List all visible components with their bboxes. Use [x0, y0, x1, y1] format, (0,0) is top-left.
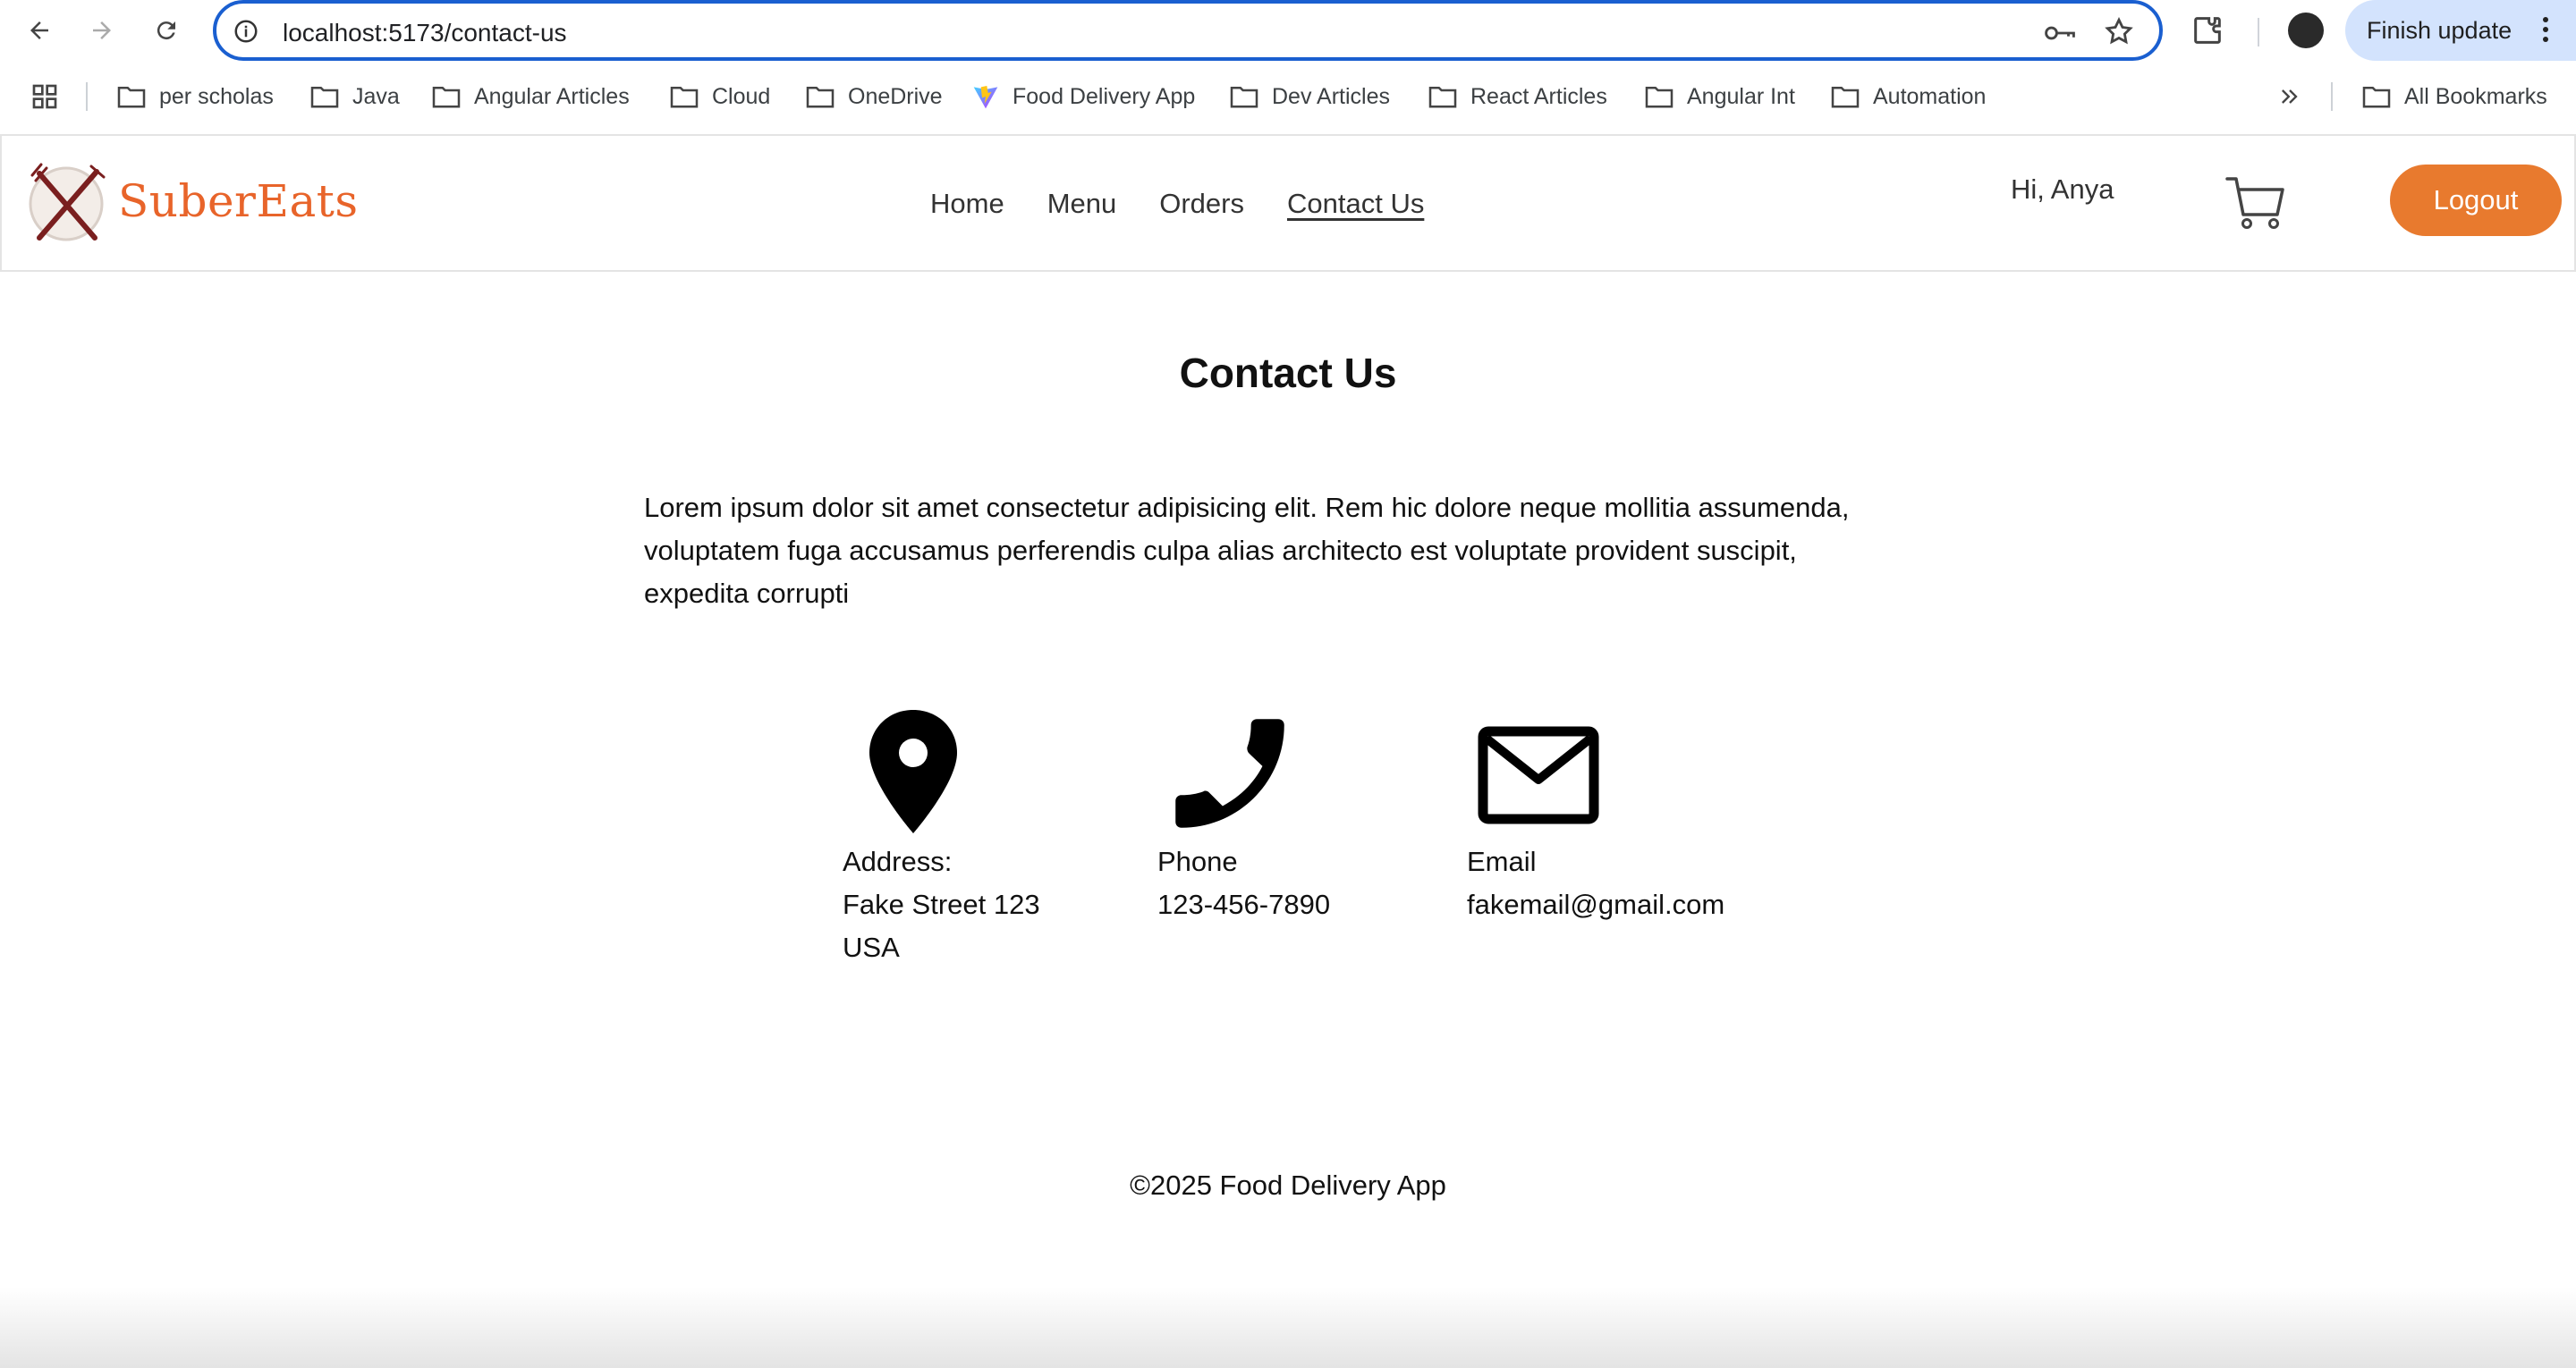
intro-paragraph: Lorem ipsum dolor sit amet consectetur a… — [644, 486, 1932, 615]
arrow-right-icon — [93, 21, 111, 39]
phone-icon — [1175, 719, 1284, 828]
toolbar-divider — [2258, 18, 2259, 46]
vite-icon — [973, 86, 998, 109]
bookmark-automation[interactable]: Automation — [1830, 80, 1986, 113]
bookmark-angular-articles[interactable]: Angular Articles — [431, 80, 630, 113]
bookmarks-divider — [86, 82, 88, 111]
bottom-shadow — [0, 1288, 2576, 1368]
extensions-icon[interactable] — [2190, 13, 2225, 53]
nav-menu[interactable]: Menu — [1047, 188, 1117, 220]
contact-address: Address: Fake Street 123 USA — [843, 697, 1040, 969]
contact-value: USA — [843, 932, 900, 963]
bookmark-cloud[interactable]: Cloud — [669, 80, 770, 113]
bookmark-dev-articles[interactable]: Dev Articles — [1229, 80, 1390, 113]
bookmark-label: Angular Int — [1687, 83, 1795, 109]
folder-icon — [1428, 86, 1457, 108]
bookmarks-bar: per scholas Java Angular Articles Cloud … — [0, 68, 2576, 125]
back-button[interactable] — [20, 11, 59, 50]
url-text[interactable]: localhost:5173/contact-us — [283, 19, 567, 47]
bookmark-label: OneDrive — [848, 83, 943, 109]
bookmark-label: Java — [352, 83, 400, 109]
bookmark-label: Dev Articles — [1272, 83, 1390, 109]
apps-grid-icon[interactable] — [30, 82, 59, 115]
bookmark-label: per scholas — [159, 83, 274, 109]
reload-button[interactable] — [147, 11, 186, 50]
more-vertical-icon — [2542, 16, 2549, 49]
info-icon[interactable] — [233, 18, 259, 49]
bookmark-star-icon[interactable] — [2104, 16, 2134, 51]
forward-button[interactable] — [82, 11, 122, 50]
contact-label: Address: — [843, 846, 953, 877]
bookmark-label: React Articles — [1470, 83, 1607, 109]
nav-home[interactable]: Home — [930, 188, 1004, 220]
folder-icon — [1831, 86, 1860, 108]
finish-update-button[interactable]: Finish update — [2345, 0, 2576, 61]
folder-icon — [670, 86, 699, 108]
fork-knife-logo-icon[interactable] — [25, 157, 111, 247]
main-nav: Home Menu Orders Contact Us — [930, 188, 1424, 220]
mail-icon — [1478, 726, 1599, 824]
reload-icon — [157, 21, 175, 40]
bookmark-label: Food Delivery App — [1013, 83, 1196, 109]
contact-phone: Phone 123-456-7890 — [1157, 697, 1330, 926]
intro-line: expedita corrupti — [644, 578, 850, 609]
folder-icon — [1645, 86, 1674, 108]
nav-orders[interactable]: Orders — [1159, 188, 1244, 220]
contact-value: 123-456-7890 — [1157, 889, 1331, 920]
folder-icon — [432, 86, 461, 108]
bookmark-angular-int[interactable]: Angular Int — [1644, 80, 1795, 113]
bookmark-java[interactable]: Java — [309, 80, 400, 113]
folder-icon — [806, 86, 835, 108]
folder-icon — [2362, 86, 2391, 108]
password-key-icon[interactable] — [2043, 20, 2077, 51]
intro-line: voluptatem fuga accusamus perferendis cu… — [644, 535, 1797, 566]
bookmark-onedrive[interactable]: OneDrive — [805, 80, 943, 113]
address-bar[interactable]: localhost:5173/contact-us — [213, 0, 2163, 61]
intro-line: Lorem ipsum dolor sit amet consectetur a… — [644, 492, 1850, 523]
contact-email: Email fakemail@gmail.com — [1467, 697, 1724, 926]
all-bookmarks-label: All Bookmarks — [2404, 83, 2547, 109]
bookmark-label: Cloud — [712, 83, 771, 109]
contact-value: Fake Street 123 — [843, 889, 1040, 920]
user-greeting: Hi, Anya — [2011, 173, 2114, 205]
contact-value: fakemail@gmail.com — [1467, 889, 1725, 920]
folder-icon — [1230, 86, 1258, 108]
profile-avatar[interactable] — [2288, 13, 2324, 48]
chevron-double-right-icon[interactable] — [2277, 84, 2302, 114]
all-bookmarks[interactable]: All Bookmarks — [2361, 80, 2547, 113]
bookmark-label: Angular Articles — [474, 83, 630, 109]
site-header: SuberEats Home Menu Orders Contact Us Hi… — [0, 134, 2576, 272]
nav-contact-us[interactable]: Contact Us — [1287, 188, 1424, 220]
contact-label: Email — [1467, 846, 1537, 877]
bookmark-label: Automation — [1873, 83, 1987, 109]
bookmarks-divider — [2331, 82, 2333, 111]
finish-update-label: Finish update — [2367, 16, 2512, 44]
browser-toolbar: localhost:5173/contact-us Finish update — [0, 0, 2576, 61]
page-title: Contact Us — [1179, 350, 1397, 396]
bookmark-react-articles[interactable]: React Articles — [1428, 80, 1607, 113]
bookmark-per-scholas[interactable]: per scholas — [116, 80, 274, 113]
logout-button[interactable]: Logout — [2390, 165, 2562, 236]
contact-label: Phone — [1157, 846, 1238, 877]
bookmark-food-delivery-app[interactable]: Food Delivery App — [971, 80, 1195, 113]
location-pin-icon — [869, 710, 957, 833]
shopping-cart-icon[interactable] — [2224, 172, 2286, 235]
folder-icon — [117, 86, 146, 108]
folder-icon — [310, 86, 339, 108]
brand-logo-text[interactable]: SuberEats — [118, 175, 359, 227]
footer-copyright: ©2025 Food Delivery App — [1130, 1170, 1446, 1201]
arrow-left-icon — [30, 21, 48, 39]
